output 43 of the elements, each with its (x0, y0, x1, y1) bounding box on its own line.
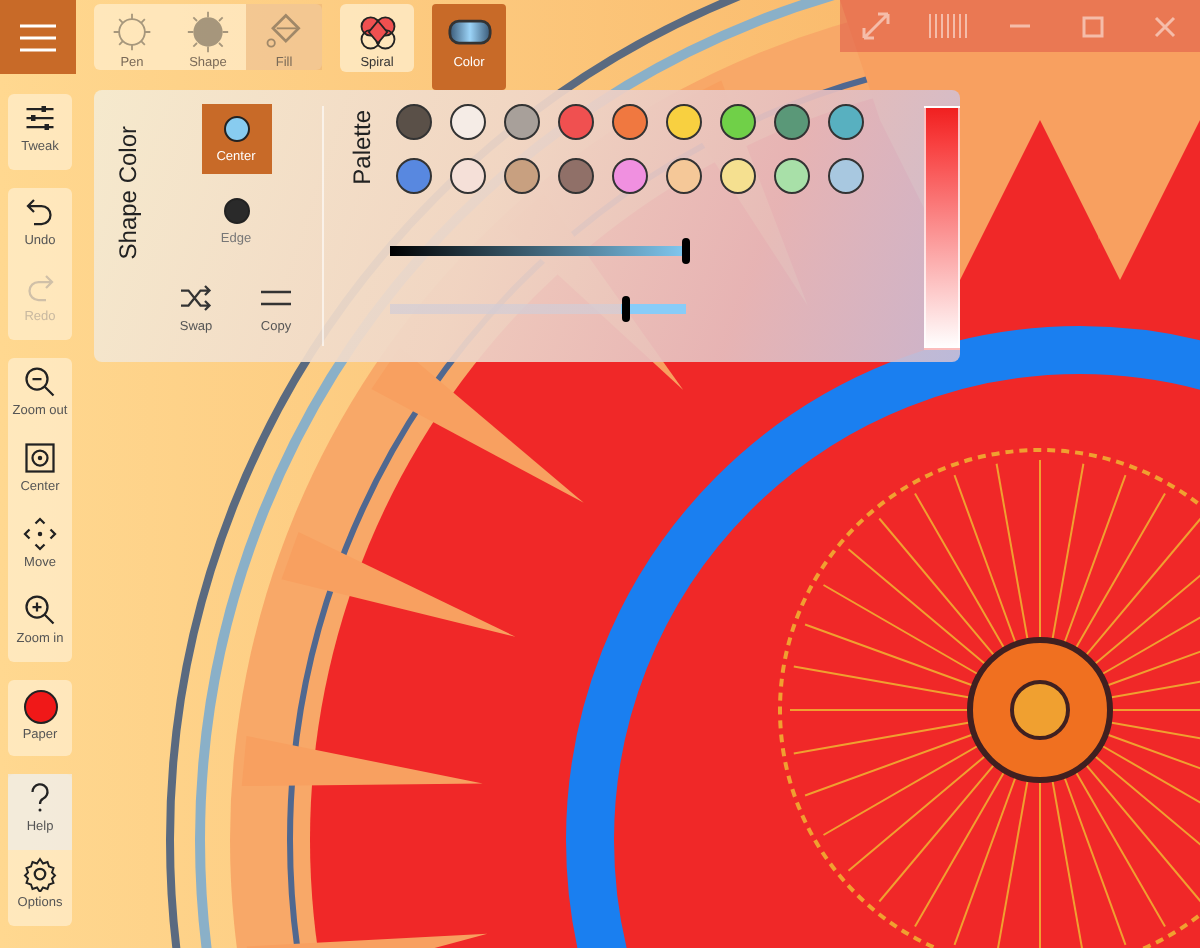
color-swatch[interactable] (612, 104, 648, 140)
color-swatch[interactable] (666, 158, 702, 194)
color-swatch[interactable] (666, 104, 702, 140)
color-swatch[interactable] (828, 104, 864, 140)
hue-gradient-bar[interactable] (924, 106, 960, 350)
color-swatch[interactable] (396, 104, 432, 140)
undo-icon (22, 194, 58, 230)
close-icon (1153, 15, 1175, 37)
color-swatch[interactable] (558, 158, 594, 194)
color-swatch[interactable] (504, 158, 540, 194)
color-swatch[interactable] (612, 158, 648, 194)
color-swatch[interactable] (720, 104, 756, 140)
spiral-icon (355, 10, 399, 54)
color-swatch[interactable] (504, 104, 540, 140)
move-arrows-icon (22, 516, 58, 552)
shuffle-icon (178, 280, 214, 316)
paint-bucket-icon (262, 10, 306, 54)
slider-thumb[interactable] (622, 296, 631, 322)
redo-icon (22, 270, 58, 306)
slider-thumb[interactable] (682, 238, 690, 264)
sun-icon (186, 10, 230, 54)
color-swatch[interactable] (450, 158, 486, 194)
color-swatch[interactable] (774, 104, 810, 140)
maximize-icon (1081, 15, 1103, 37)
menu-icon (20, 23, 56, 51)
color-swatch[interactable] (558, 104, 594, 140)
settings-icon (22, 856, 58, 892)
zoom-out-icon (22, 364, 58, 400)
gripper-icon (928, 14, 968, 38)
sun-outline-icon (110, 10, 154, 54)
color-swatch[interactable] (774, 158, 810, 194)
menu-button[interactable] (0, 0, 76, 74)
section-title: Palette (348, 110, 376, 185)
zoom-in-icon (22, 592, 58, 628)
color-swatch[interactable] (396, 158, 432, 194)
target-icon (22, 440, 58, 476)
color-swatch[interactable] (828, 158, 864, 194)
sliders-icon (22, 100, 58, 136)
color-swatch[interactable] (450, 104, 486, 140)
minimize-icon (1010, 24, 1030, 28)
section-title: Shape Color (114, 126, 142, 260)
diagonal-arrow-icon (862, 12, 890, 40)
color-swatch[interactable] (720, 158, 756, 194)
